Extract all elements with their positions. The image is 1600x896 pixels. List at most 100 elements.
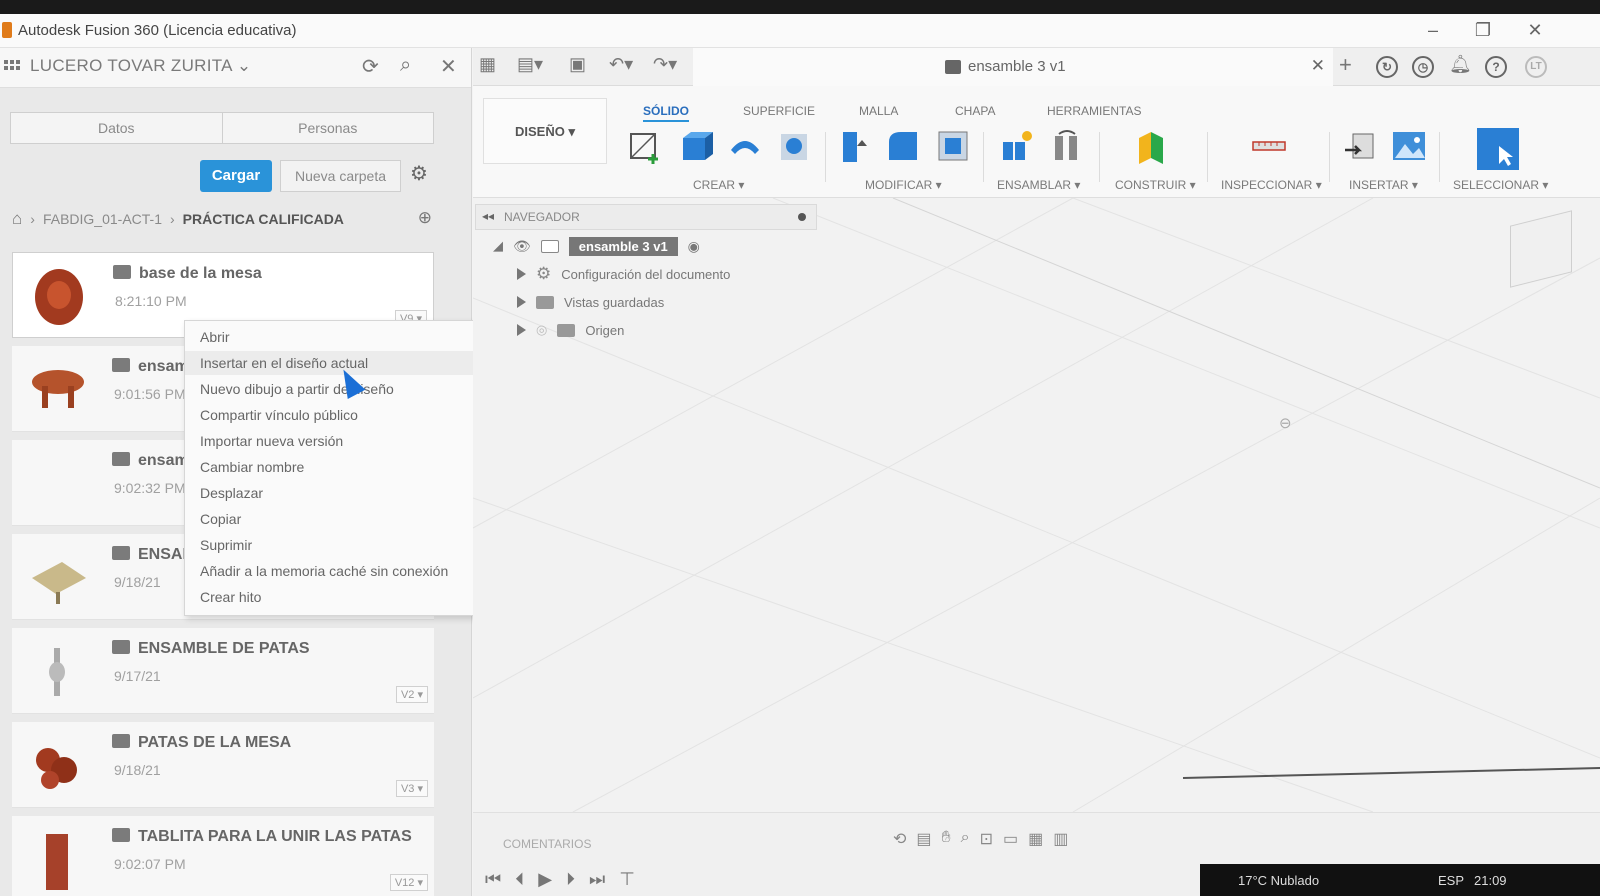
revolve-icon[interactable] — [727, 128, 763, 164]
tab-datos[interactable]: Datos — [11, 113, 223, 143]
menu-item-desplazar[interactable]: Desplazar — [185, 481, 475, 505]
apps-grid-icon[interactable] — [4, 60, 20, 74]
tab-malla[interactable]: MALLA — [859, 104, 898, 118]
fit-icon[interactable]: ⊡ — [980, 829, 993, 849]
tree-root[interactable]: ◢ 👁︎ ensamble 3 v1 ◉ — [493, 234, 700, 258]
redo-icon[interactable]: ↷▾ — [653, 54, 677, 75]
tab-solido[interactable]: SÓLIDO — [643, 104, 690, 122]
menu-item-compartir[interactable]: Compartir vínculo público — [185, 403, 475, 427]
workspace-dropdown[interactable]: DISEÑO ▾ — [483, 98, 607, 164]
hidden-eye-icon[interactable]: ◎ — [536, 322, 547, 338]
group-ensamblar[interactable]: ENSAMBLAR ▾ — [997, 178, 1080, 192]
menu-item-crear-hito[interactable]: Crear hito — [185, 585, 475, 609]
timeline-next-icon[interactable]: ⏵ — [566, 869, 575, 890]
home-icon[interactable]: ⌂ — [12, 209, 22, 229]
search-icon[interactable]: ⌕ — [400, 54, 411, 77]
viewports-icon[interactable]: ▥ — [1053, 829, 1068, 849]
group-modificar[interactable]: MODIFICAR ▾ — [865, 178, 942, 192]
group-insertar[interactable]: INSERTAR ▾ — [1349, 178, 1418, 192]
new-tab-icon[interactable]: + — [1339, 52, 1352, 78]
hole-icon[interactable] — [777, 128, 813, 164]
menu-item-cache[interactable]: Añadir a la memoria caché sin conexión — [185, 559, 475, 583]
expand-triangle-icon[interactable] — [517, 268, 526, 280]
comments-label[interactable]: COMENTARIOS — [503, 837, 591, 851]
file-menu-icon[interactable]: ▤▾ — [517, 54, 543, 75]
insert-derive-icon[interactable] — [1343, 128, 1379, 164]
menu-item-nuevo-dibujo[interactable]: Nuevo dibujo a partir de diseño — [185, 377, 475, 401]
document-tab[interactable]: ensamble 3 v1 ✕ — [693, 48, 1333, 86]
display-settings-icon[interactable]: ▭ — [1003, 829, 1018, 849]
save-icon[interactable]: ▣ — [569, 54, 586, 75]
menu-item-insertar[interactable]: Insertar en el diseño actual — [185, 351, 475, 375]
tab-herramientas[interactable]: HERRAMIENTAS — [1047, 104, 1141, 118]
insert-canvas-icon[interactable] — [1391, 128, 1427, 164]
look-at-icon[interactable]: ▤ — [916, 829, 931, 849]
version-badge[interactable]: V3 ▾ — [395, 780, 428, 797]
globe-icon[interactable]: ⊕ — [418, 208, 432, 228]
version-badge[interactable]: V12 ▾ — [389, 874, 428, 891]
close-panel-icon[interactable]: ✕ — [440, 54, 457, 79]
create-sketch-icon[interactable] — [627, 128, 663, 164]
refresh-icon[interactable]: ⟳ — [362, 54, 379, 79]
collapse-navigator-icon[interactable]: ◂◂ — [482, 209, 494, 223]
tab-personas[interactable]: Personas — [223, 113, 434, 143]
collapse-triangle-icon[interactable]: ◢ — [493, 238, 503, 254]
new-component-icon[interactable] — [999, 128, 1035, 164]
tree-item[interactable]: Vistas guardadas — [517, 290, 664, 314]
weather-status[interactable]: 17°C Nublado — [1238, 873, 1319, 888]
zoom-icon[interactable]: ⌕ — [961, 829, 970, 849]
settings-gear-icon[interactable]: ⚙ — [410, 161, 428, 186]
breadcrumb-item-project[interactable]: FABDIG_01-ACT-1 — [43, 211, 162, 227]
activate-radio-icon[interactable]: ◉ — [688, 238, 700, 255]
restore-icon[interactable]: ❐ — [1468, 20, 1498, 41]
user-avatar[interactable]: LT — [1525, 56, 1547, 78]
close-tab-icon[interactable]: ✕ — [1311, 56, 1325, 76]
apps-grid-icon[interactable]: ▦ — [479, 54, 496, 75]
menu-item-copiar[interactable]: Copiar — [185, 507, 475, 531]
pin-icon[interactable] — [798, 213, 806, 221]
group-seleccionar[interactable]: SELECCIONAR ▾ — [1453, 178, 1548, 192]
close-window-icon[interactable]: ✕ — [1520, 20, 1550, 41]
menu-item-importar[interactable]: Importar nueva versión — [185, 429, 475, 453]
menu-item-suprimir[interactable]: Suprimir — [185, 533, 475, 557]
fillet-icon[interactable] — [885, 128, 921, 164]
grid-settings-icon[interactable]: ▦ — [1028, 829, 1043, 849]
tree-item[interactable]: ⚙ Configuración del documento — [517, 262, 730, 286]
group-construir[interactable]: CONSTRUIR ▾ — [1115, 178, 1196, 192]
job-status-icon[interactable]: ↻ — [1376, 56, 1398, 78]
timeline-marker-icon[interactable]: ⊤ — [619, 869, 635, 890]
upload-button[interactable]: Cargar — [200, 160, 272, 192]
menu-item-abrir[interactable]: Abrir — [185, 325, 475, 349]
version-badge[interactable]: V2 ▾ — [395, 686, 428, 703]
group-crear[interactable]: CREAR ▾ — [693, 178, 744, 192]
timeline-first-icon[interactable]: ⏮ — [485, 869, 501, 890]
timeline-last-icon[interactable]: ⏭ — [589, 869, 605, 890]
tab-superficie[interactable]: SUPERFICIE — [743, 104, 815, 118]
joint-icon[interactable] — [1049, 128, 1085, 164]
orbit-icon[interactable]: ⟲ — [893, 829, 906, 849]
tab-chapa[interactable]: CHAPA — [955, 104, 995, 118]
3d-viewport[interactable]: ◂◂ NAVEGADOR ◢ 👁︎ ensamble 3 v1 ◉ ⚙ Conf… — [473, 198, 1600, 812]
minimize-icon[interactable]: – — [1418, 20, 1448, 41]
timeline-prev-icon[interactable]: ⏴ — [515, 869, 524, 890]
extrude-icon[interactable] — [677, 128, 713, 164]
file-card[interactable]: PATAS DE LA MESA 9/18/21 V3 ▾ — [12, 722, 434, 808]
pan-hand-icon[interactable]: ✋︎ — [942, 829, 951, 849]
timeline-play-icon[interactable]: ▶ — [538, 869, 552, 890]
new-folder-button[interactable]: Nueva carpeta — [280, 160, 401, 192]
clock[interactable]: 21:09 — [1474, 873, 1507, 888]
shell-icon[interactable] — [935, 128, 971, 164]
file-card[interactable]: ENSAMBLE DE PATAS 9/17/21 V2 ▾ — [12, 628, 434, 714]
tree-item[interactable]: ◎ Origen — [517, 318, 624, 342]
language-indicator[interactable]: ESP — [1438, 873, 1464, 888]
undo-icon[interactable]: ↶▾ — [609, 54, 633, 75]
file-card[interactable]: TABLITA PARA LA UNIR LAS PATAS 9:02:07 P… — [12, 816, 434, 896]
expand-triangle-icon[interactable] — [517, 324, 526, 336]
visibility-eye-icon[interactable]: 👁︎ — [513, 238, 531, 255]
user-name-dropdown[interactable]: LUCERO TOVAR ZURITA ⌄ — [30, 56, 251, 76]
select-icon[interactable] — [1477, 128, 1519, 170]
notifications-icon[interactable]: 🔔︎ — [1449, 54, 1472, 75]
measure-icon[interactable] — [1251, 128, 1287, 164]
menu-item-cambiar-nombre[interactable]: Cambiar nombre — [185, 455, 475, 479]
expand-triangle-icon[interactable] — [517, 296, 526, 308]
